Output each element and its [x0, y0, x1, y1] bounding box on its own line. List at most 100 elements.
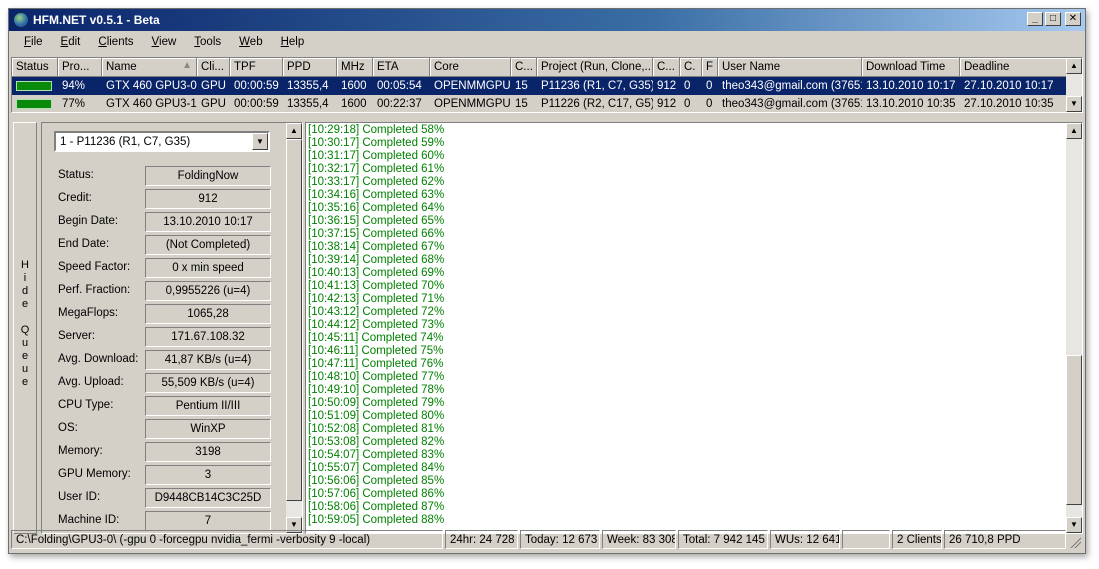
speed-factor-value: 0 x min speed — [145, 258, 271, 278]
avg-upload-value: 55,509 KB/s (u=4) — [145, 373, 271, 393]
progress-cell: 77% — [62, 98, 86, 110]
menu-web[interactable]: Web — [230, 32, 271, 54]
col-deadline[interactable]: Deadline — [960, 58, 1066, 77]
col-progress[interactable]: Pro... — [58, 58, 102, 77]
log-line: [10:55:07] Completed 84% — [308, 462, 445, 474]
resize-grip-icon[interactable] — [1069, 536, 1081, 548]
status-week: Week: 83 308 — [602, 530, 676, 549]
log-scrollbar[interactable]: ▲ ▼ — [1066, 123, 1082, 533]
name-cell: GTX 460 GPU3-0 — [106, 80, 197, 92]
scroll-down-icon[interactable]: ▼ — [1066, 96, 1082, 112]
field-label: Credit: — [58, 192, 92, 204]
log-line: [10:56:06] Completed 85% — [308, 475, 445, 487]
grid-scrollbar[interactable]: ▲ ▼ — [1066, 58, 1082, 112]
avg-download-value: 41,87 KB/s (u=4) — [145, 350, 271, 370]
f-cell: 0 — [706, 98, 713, 110]
col-download-time[interactable]: Download Time — [862, 58, 960, 77]
status-bar: C:\Folding\GPU3-0\ (-gpu 0 -forcegpu nvi… — [11, 528, 1083, 550]
col-status[interactable]: Status — [12, 58, 58, 77]
log-line: [10:46:11] Completed 75% — [308, 345, 444, 357]
menu-help[interactable]: Help — [272, 32, 314, 54]
queue-entry-select[interactable]: 1 - P11236 (R1, C7, G35) ▼ — [54, 131, 270, 152]
menu-tools[interactable]: Tools — [185, 32, 230, 54]
log-line: [10:38:14] Completed 67% — [308, 241, 445, 253]
log-line: [10:29:18] Completed 58% — [308, 124, 445, 136]
tpf-cell: 00:00:59 — [234, 80, 279, 92]
field-label: Begin Date: — [58, 215, 119, 227]
scroll-thumb[interactable] — [286, 139, 302, 501]
scroll-up-icon[interactable]: ▲ — [286, 123, 302, 139]
log-text: [10:29:18] Completed 58% [10:30:17] Compl… — [308, 123, 1064, 533]
log-line: [10:31:17] Completed 60% — [308, 150, 445, 162]
col-tpf[interactable]: TPF — [230, 58, 283, 77]
menu-file[interactable]: File — [15, 32, 52, 54]
col-eta[interactable]: ETA — [373, 58, 430, 77]
scroll-up-icon[interactable]: ▲ — [1066, 58, 1082, 74]
menu-clients[interactable]: Clients — [89, 32, 142, 54]
f-cell: 0 — [706, 80, 713, 92]
progress-cell: 94% — [62, 80, 86, 92]
col-project[interactable]: Project (Run, Clone,... — [537, 58, 653, 77]
table-row[interactable]: 77% GTX 460 GPU3-1 GPU 00:00:59 13355,4 … — [12, 95, 1066, 112]
scroll-up-icon[interactable]: ▲ — [1066, 123, 1082, 139]
hide-queue-button[interactable]: H i d e Q u e u e — [13, 122, 37, 534]
user-id-value: D9448CB14C3C25D — [145, 488, 271, 508]
megaflops-value: 1065,28 — [145, 304, 271, 324]
col-name[interactable]: Name ▲ — [102, 58, 197, 77]
log-line: [10:49:10] Completed 78% — [308, 384, 445, 396]
globe-icon — [13, 12, 29, 28]
field-label: User ID: — [58, 491, 101, 503]
cpu-type-value: Pentium II/III — [145, 396, 271, 416]
minimize-button[interactable]: _ — [1027, 12, 1043, 26]
status-today: Today: 12 673 — [520, 530, 600, 549]
maximize-button[interactable]: □ — [1045, 12, 1061, 26]
field-label: Machine ID: — [58, 514, 120, 526]
status-wus: WUs: 12 641 — [770, 530, 840, 549]
col-c3[interactable]: C. — [680, 58, 702, 77]
field-label: MegaFlops: — [58, 307, 119, 319]
title-bar[interactable]: HFM.NET v0.5.1 - Beta _ □ ✕ — [9, 9, 1085, 31]
log-line: [10:37:15] Completed 66% — [308, 228, 445, 240]
tpf-cell: 00:00:59 — [234, 98, 279, 110]
col-mhz[interactable]: MHz — [337, 58, 373, 77]
log-line: [10:58:06] Completed 87% — [308, 501, 445, 513]
menu-bar: File Edit Clients View Tools Web Help — [9, 32, 1085, 54]
col-f[interactable]: F — [702, 58, 718, 77]
log-viewer[interactable]: [10:29:18] Completed 58% [10:30:17] Compl… — [305, 122, 1083, 534]
col-ppd[interactable]: PPD — [283, 58, 337, 77]
log-line: [10:40:13] Completed 69% — [308, 267, 445, 279]
col-client[interactable]: Cli... — [197, 58, 230, 77]
log-line: [10:39:14] Completed 68% — [308, 254, 445, 266]
chevron-down-icon[interactable]: ▼ — [252, 133, 268, 150]
c1-cell: 15 — [515, 98, 528, 110]
log-line: [10:51:09] Completed 80% — [308, 410, 445, 422]
close-button[interactable]: ✕ — [1065, 12, 1081, 26]
menu-view[interactable]: View — [143, 32, 186, 54]
log-line: [10:42:13] Completed 71% — [308, 293, 445, 305]
c2-cell: 912 — [657, 80, 677, 92]
ppd-cell: 13355,4 — [287, 80, 329, 92]
log-line: [10:53:08] Completed 82% — [308, 436, 445, 448]
col-c1[interactable]: C... — [511, 58, 537, 77]
details-scrollbar[interactable]: ▲ ▼ — [286, 123, 302, 533]
core-cell: OPENMMGPU — [434, 98, 511, 110]
scroll-thumb[interactable] — [1066, 355, 1082, 505]
col-c2[interactable]: C... — [653, 58, 680, 77]
log-line: [10:54:07] Completed 83% — [308, 449, 445, 461]
col-core[interactable]: Core — [430, 58, 511, 77]
mhz-cell: 1600 — [341, 80, 367, 92]
col-user-name[interactable]: User Name — [718, 58, 862, 77]
status-24hr: 24hr: 24 728 — [445, 530, 518, 549]
hide-queue-label: H i d e Q u e u e — [20, 259, 30, 388]
grid-header-row: Status Pro... Name ▲ Cli... TPF PPD MHz E… — [12, 58, 1066, 77]
c2-cell: 912 — [657, 98, 677, 110]
c3-cell: 0 — [684, 98, 691, 110]
log-line: [10:36:15] Completed 65% — [308, 215, 445, 227]
log-line: [10:34:16] Completed 63% — [308, 189, 445, 201]
log-line: [10:30:17] Completed 59% — [308, 137, 445, 149]
table-row[interactable]: 94% GTX 460 GPU3-0 GPU 00:00:59 13355,4 … — [12, 77, 1066, 95]
field-label: Perf. Fraction: — [58, 284, 131, 296]
field-label: CPU Type: — [58, 399, 114, 411]
menu-edit[interactable]: Edit — [52, 32, 90, 54]
field-label: Status: — [58, 169, 94, 181]
